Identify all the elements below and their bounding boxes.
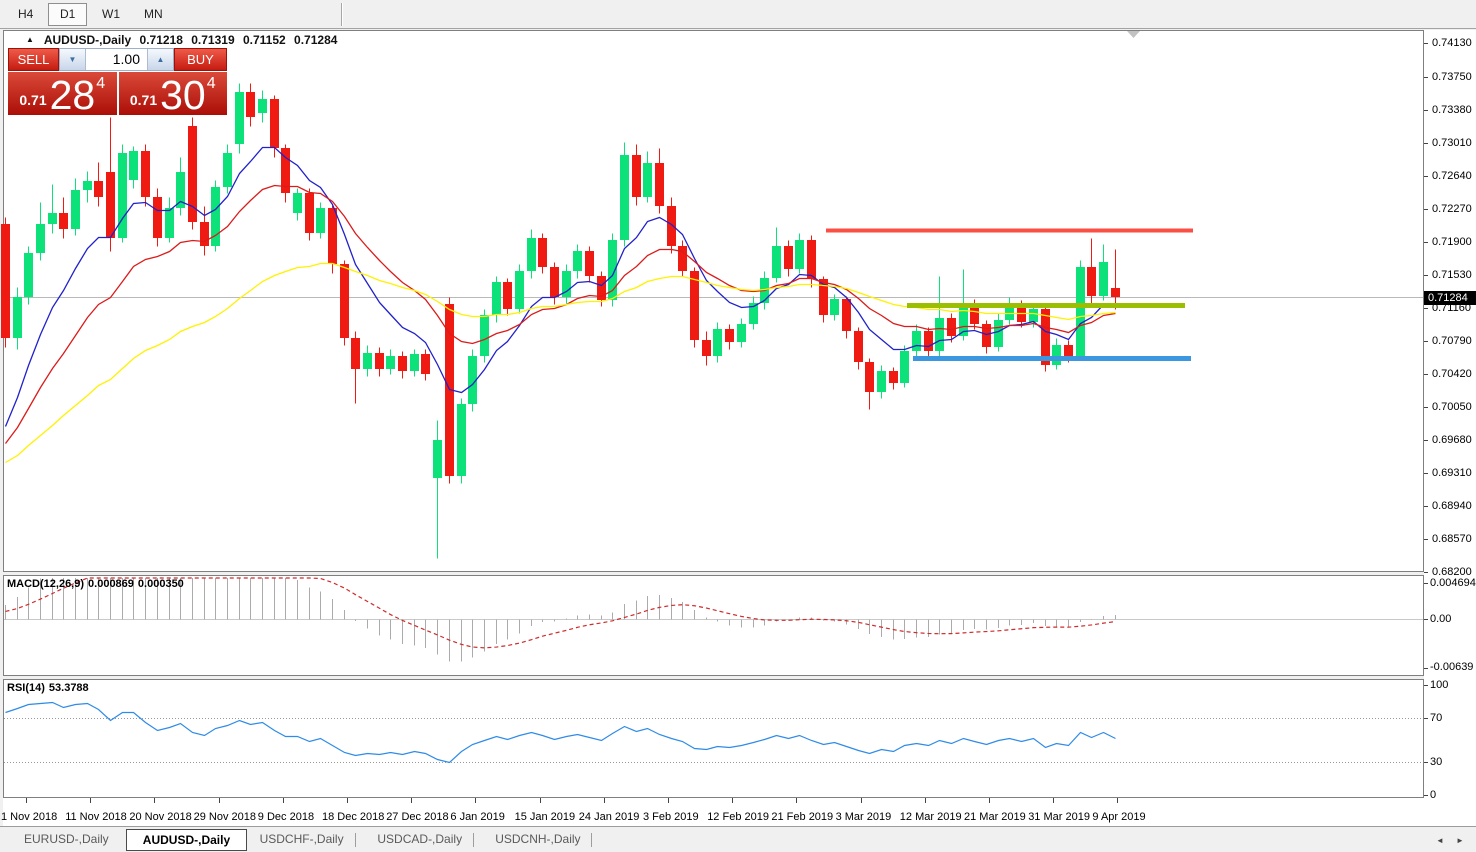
ohlc-close: 0.71284 <box>294 33 337 47</box>
panel-toggle-icon[interactable]: ▲ <box>26 35 34 44</box>
chart-tab-USDCNHDaily[interactable]: USDCNH-,Daily <box>479 829 596 851</box>
date-axis-label: 29 Nov 2018 <box>194 811 256 823</box>
price-axis-label: 0.69680 <box>1432 434 1472 446</box>
price-axis-label: 0.72640 <box>1432 170 1472 182</box>
sell-price-prefix: 0.71 <box>19 92 46 108</box>
one-click-trade-panel: SELL ▼ 1.00 ▲ BUY 0.71 28 4 0.71 30 4 <box>8 48 227 115</box>
price-axis-label: 0.73380 <box>1432 104 1472 116</box>
chart-tab-USDCHFDaily[interactable]: USDCHF-,Daily <box>244 829 360 851</box>
date-axis-label: 9 Apr 2019 <box>1092 811 1145 823</box>
timeframe-tab-H4[interactable]: H4 <box>6 3 45 26</box>
price-axis-label: 0.70790 <box>1432 335 1472 347</box>
buy-price-pip-digit: 4 <box>207 75 216 93</box>
chart-tab-bar: ◄ ► EURUSD-,DailyAUDUSD-,DailyUSDCHF-,Da… <box>0 826 1476 852</box>
price-axis-label: 0.69310 <box>1432 467 1472 479</box>
symbol-name: AUDUSD-,Daily <box>44 33 131 47</box>
price-axis-label: 0.70050 <box>1432 401 1472 413</box>
price-axis-label: 0.71160 <box>1432 302 1471 314</box>
price-axis-label: 0.74130 <box>1432 37 1472 49</box>
date-axis-label: 20 Nov 2018 <box>129 811 191 823</box>
sell-price-pip-digit: 4 <box>96 75 105 93</box>
timeframe-tab-D1[interactable]: D1 <box>48 3 87 26</box>
price-axis-label: 0.72270 <box>1432 203 1472 215</box>
timeframe-toolbar: H4D1W1MN <box>0 0 1476 29</box>
timeframe-tab-W1[interactable]: W1 <box>90 3 132 26</box>
price-axis-label: 0.71530 <box>1432 269 1472 281</box>
tab-separator <box>355 833 356 847</box>
date-axis-label: 27 Dec 2018 <box>386 811 448 823</box>
ohlc-open: 0.71218 <box>140 33 183 47</box>
macd-axis-label: -0.00639 <box>1430 661 1473 673</box>
pivot-line[interactable] <box>907 303 1185 308</box>
timeframe-tab-MN[interactable]: MN <box>132 3 175 26</box>
price-axis-label: 0.68940 <box>1432 500 1472 512</box>
volume-increase-button[interactable]: ▲ <box>147 49 173 70</box>
tabbar-scroll-left-button[interactable]: ◄ <box>1432 834 1448 848</box>
resistance-line[interactable] <box>826 229 1193 233</box>
sell-button[interactable]: SELL <box>8 48 59 71</box>
buy-button[interactable]: BUY <box>174 48 227 71</box>
date-axis-label: 3 Feb 2019 <box>643 811 699 823</box>
price-axis-label: 0.70420 <box>1432 368 1472 380</box>
macd-axis-label: 0.00 <box>1430 613 1451 625</box>
volume-stepper: ▼ 1.00 ▲ <box>59 48 174 71</box>
price-axis-label: 0.73010 <box>1432 137 1472 149</box>
buy-price-big-digits: 30 <box>160 79 206 113</box>
date-axis-label: 3 Mar 2019 <box>836 811 892 823</box>
chart-canvas[interactable] <box>0 0 1476 852</box>
price-axis-label: 0.68570 <box>1432 533 1472 545</box>
ohlc-high: 0.71319 <box>191 33 234 47</box>
date-axis-label: 21 Mar 2019 <box>964 811 1026 823</box>
date-axis-label: 21 Feb 2019 <box>771 811 833 823</box>
chart-tab-USDCADDaily[interactable]: USDCAD-,Daily <box>361 829 478 851</box>
toolbar-separator <box>341 3 343 26</box>
rsi-axis-label: 0 <box>1430 789 1436 801</box>
volume-decrease-button[interactable]: ▼ <box>60 49 86 70</box>
support-line[interactable] <box>913 356 1191 361</box>
chart-title: ▲ AUDUSD-,Daily 0.71218 0.71319 0.71152 … <box>26 33 337 47</box>
rsi-axis-label: 100 <box>1430 679 1448 691</box>
date-axis-label: 15 Jan 2019 <box>515 811 576 823</box>
tab-separator <box>591 833 592 847</box>
date-axis-label: 31 Mar 2019 <box>1028 811 1090 823</box>
date-axis-label: 12 Feb 2019 <box>707 811 769 823</box>
rsi-label: RSI(14)53.3788 <box>7 682 93 694</box>
date-axis-label: 11 Nov 2018 <box>65 811 127 823</box>
volume-input[interactable]: 1.00 <box>86 49 147 70</box>
price-axis-label: 0.71900 <box>1432 236 1472 248</box>
chart-tab-EURUSDDaily[interactable]: EURUSD-,Daily <box>8 829 125 851</box>
price-axis-label: 0.73750 <box>1432 71 1472 83</box>
buy-price-button[interactable]: 0.71 30 4 <box>119 72 228 115</box>
tab-separator <box>473 833 474 847</box>
date-axis-label: 9 Dec 2018 <box>258 811 314 823</box>
sell-price-button[interactable]: 0.71 28 4 <box>8 72 117 115</box>
macd-axis-label: 0.004694 <box>1430 577 1476 589</box>
date-axis-label: 1 Nov 2018 <box>1 811 57 823</box>
ohlc-low: 0.71152 <box>243 33 286 47</box>
tabbar-scroll-right-button[interactable]: ► <box>1452 834 1468 848</box>
macd-label: MACD(12,26,9)0.0008690.000350 <box>7 578 188 590</box>
date-axis-label: 18 Dec 2018 <box>322 811 384 823</box>
rsi-axis-label: 70 <box>1430 712 1442 724</box>
rsi-axis-label: 30 <box>1430 756 1442 768</box>
date-axis-label: 6 Jan 2019 <box>450 811 504 823</box>
chart-tab-AUDUSDDaily[interactable]: AUDUSD-,Daily <box>126 829 247 851</box>
sell-price-big-digits: 28 <box>50 79 96 113</box>
date-axis-label: 24 Jan 2019 <box>579 811 640 823</box>
trading-terminal-window: { "toolbar": { "timeframes": [ {"label":… <box>0 0 1476 852</box>
date-axis-label: 12 Mar 2019 <box>900 811 962 823</box>
buy-price-prefix: 0.71 <box>130 92 157 108</box>
